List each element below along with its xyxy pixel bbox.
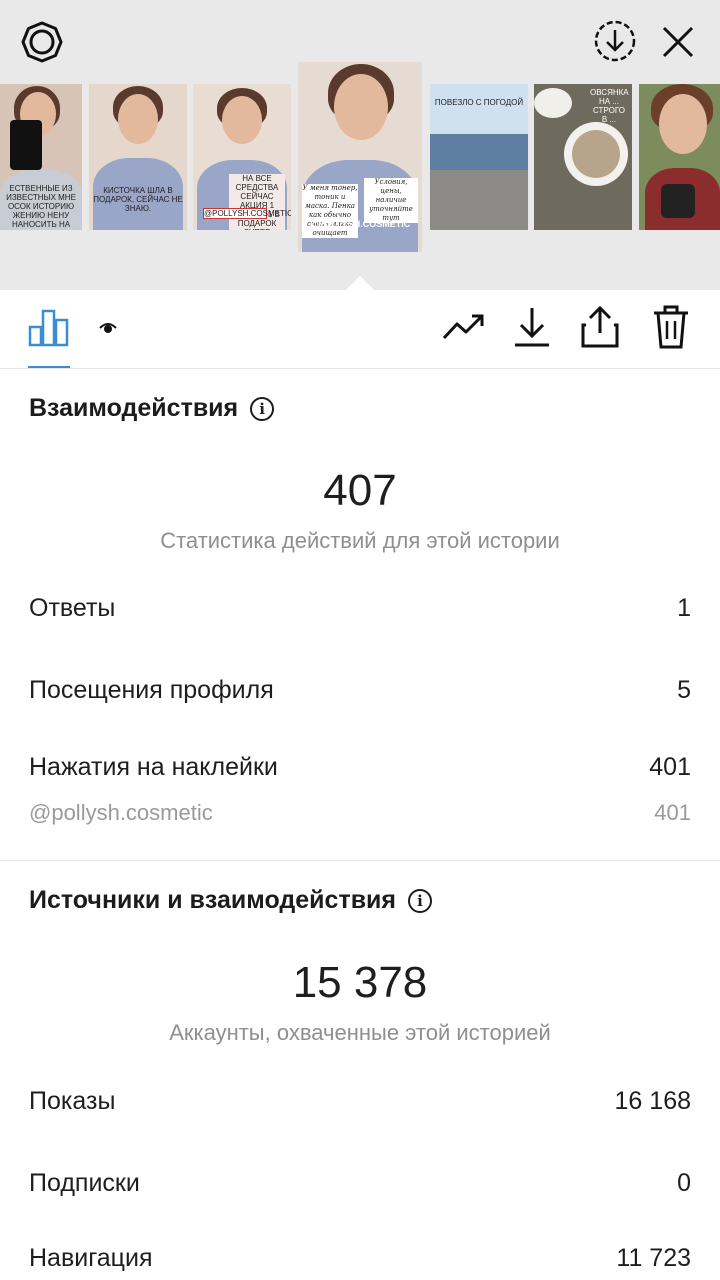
stat-label: Навигация bbox=[29, 1244, 153, 1272]
stat-label: Посещения профиля bbox=[29, 676, 274, 704]
discovery-total: 15 378 bbox=[292, 958, 428, 1007]
stat-row: Подписки 0 bbox=[29, 1169, 691, 1198]
sea bbox=[430, 134, 528, 170]
stat-row: Навигация 11 723 bbox=[29, 1244, 691, 1273]
thumb-caption: НА ВСЕ СРЕДСТВА СЕЙЧАС АКЦИЯ 1 БЕРЕТЕ 1 … bbox=[229, 174, 285, 230]
download-circle-button[interactable] bbox=[592, 18, 638, 64]
thumb-sticker bbox=[661, 184, 695, 218]
info-icon[interactable]: i bbox=[250, 396, 275, 421]
stat-sub-row: @pollysh.cosmetic 401 bbox=[29, 800, 691, 826]
discovery-title: Источники и взаимодействия i bbox=[29, 886, 433, 915]
story-thumbnail[interactable]: ОВСЯНКА НА ... СТРОГО В ... bbox=[534, 84, 632, 230]
stat-value: 16 168 bbox=[614, 1087, 691, 1115]
info-icon[interactable]: i bbox=[408, 888, 433, 913]
thumb-caption: КИСТОЧКА ШЛА В ПОДАРОК, СЕЙЧАС НЕ ЗНАЮ. bbox=[93, 186, 183, 213]
settings-button[interactable] bbox=[18, 18, 66, 66]
close-button[interactable] bbox=[656, 20, 700, 64]
beach bbox=[430, 170, 528, 230]
sticker-value: 401 bbox=[654, 800, 691, 825]
stat-label: Ответы bbox=[29, 594, 116, 622]
toolbar-divider bbox=[0, 368, 720, 369]
stat-value: 5 bbox=[677, 676, 691, 704]
thumb-tag: @POLLYSH.COSMETIC bbox=[203, 208, 291, 219]
download-icon bbox=[512, 306, 552, 353]
cake-plate bbox=[534, 88, 572, 118]
story-thumbnail[interactable] bbox=[639, 84, 720, 230]
stat-row: Посещения профиля 5 bbox=[29, 676, 691, 705]
porridge bbox=[572, 130, 620, 178]
trash-icon bbox=[652, 305, 690, 354]
thumb-face bbox=[659, 94, 707, 154]
tab-insights[interactable] bbox=[22, 290, 76, 368]
story-thumbnail[interactable]: КИСТОЧКА ШЛА В ПОДАРОК, СЕЙЧАС НЕ ЗНАЮ. bbox=[89, 84, 187, 230]
story-thumbnail[interactable]: ПОВЕЗЛО С ПОГОДОЙ bbox=[430, 84, 528, 230]
promote-button[interactable] bbox=[438, 290, 490, 368]
stat-row: Нажатия на наклейки 401 bbox=[29, 753, 691, 782]
discovery-title-text: Источники и взаимодействия bbox=[29, 886, 397, 914]
save-button[interactable] bbox=[508, 290, 556, 368]
story-thumbnail[interactable]: ЕСТВЕННЫЕ ИЗ ИЗВЕСТНЫХ МНЕ ОСОК ИСТОРИЮ … bbox=[0, 84, 82, 230]
thumb-face bbox=[222, 96, 262, 144]
interactions-title-text: Взаимодействия bbox=[29, 394, 239, 422]
stat-label: Показы bbox=[29, 1087, 116, 1115]
share-icon bbox=[580, 305, 620, 354]
stat-value: 1 bbox=[677, 594, 691, 622]
interactions-caption: Статистика действий для этой истории bbox=[160, 528, 560, 553]
toolbar bbox=[0, 290, 720, 368]
stat-value: 401 bbox=[649, 753, 691, 781]
discovery-caption: Аккаунты, охваченные этой историей bbox=[169, 1020, 551, 1045]
share-button[interactable] bbox=[576, 290, 624, 368]
close-icon bbox=[660, 24, 696, 60]
story-thumbnail-selected[interactable]: У меня тонер, тоник и маска. Пенка как о… bbox=[298, 62, 422, 252]
thumb-caption: ОВСЯНКА НА ... СТРОГО В ... bbox=[590, 88, 629, 124]
trending-up-icon bbox=[442, 312, 486, 347]
delete-button[interactable] bbox=[646, 290, 696, 368]
section-divider bbox=[0, 860, 720, 861]
story-thumbnails: ЕСТВЕННЫЕ ИЗ ИЗВЕСТНЫХ МНЕ ОСОК ИСТОРИЮ … bbox=[0, 62, 720, 254]
phone-shape bbox=[10, 120, 42, 170]
thumb-tag: @POLLYSH.COSMETIC bbox=[309, 219, 411, 229]
thumb-caption: ЕСТВЕННЫЕ ИЗ ИЗВЕСТНЫХ МНЕ ОСОК ИСТОРИЮ … bbox=[6, 184, 76, 230]
bar-chart-icon bbox=[28, 307, 70, 352]
thumb-face bbox=[334, 74, 388, 140]
stat-label: Подписки bbox=[29, 1169, 140, 1197]
interactions-total: 407 bbox=[323, 466, 397, 515]
stat-value: 0 bbox=[677, 1169, 691, 1197]
stat-row: Показы 16 168 bbox=[29, 1087, 691, 1116]
stat-label: Нажатия на наклейки bbox=[29, 753, 278, 781]
download-circle-icon bbox=[593, 19, 637, 63]
thumb-caption-left: У меня тонер, тоник и маска. Пенка как о… bbox=[302, 184, 358, 238]
stat-value: 11 723 bbox=[616, 1244, 691, 1272]
interactions-title: Взаимодействия i bbox=[29, 394, 275, 423]
thumb-caption-right: Условия, цены, наличие уточняйте тут bbox=[364, 178, 418, 223]
sticker-handle: @pollysh.cosmetic bbox=[29, 800, 213, 825]
stat-row: Ответы 1 bbox=[29, 594, 691, 623]
gear-icon bbox=[20, 20, 64, 64]
thumb-caption: ПОВЕЗЛО С ПОГОДОЙ bbox=[434, 98, 524, 107]
story-thumbnail[interactable]: НА ВСЕ СРЕДСТВА СЕЙЧАС АКЦИЯ 1 БЕРЕТЕ 1 … bbox=[193, 84, 291, 230]
thumb-face bbox=[118, 94, 158, 144]
eye-icon bbox=[98, 319, 118, 340]
tab-viewers[interactable] bbox=[92, 290, 124, 368]
